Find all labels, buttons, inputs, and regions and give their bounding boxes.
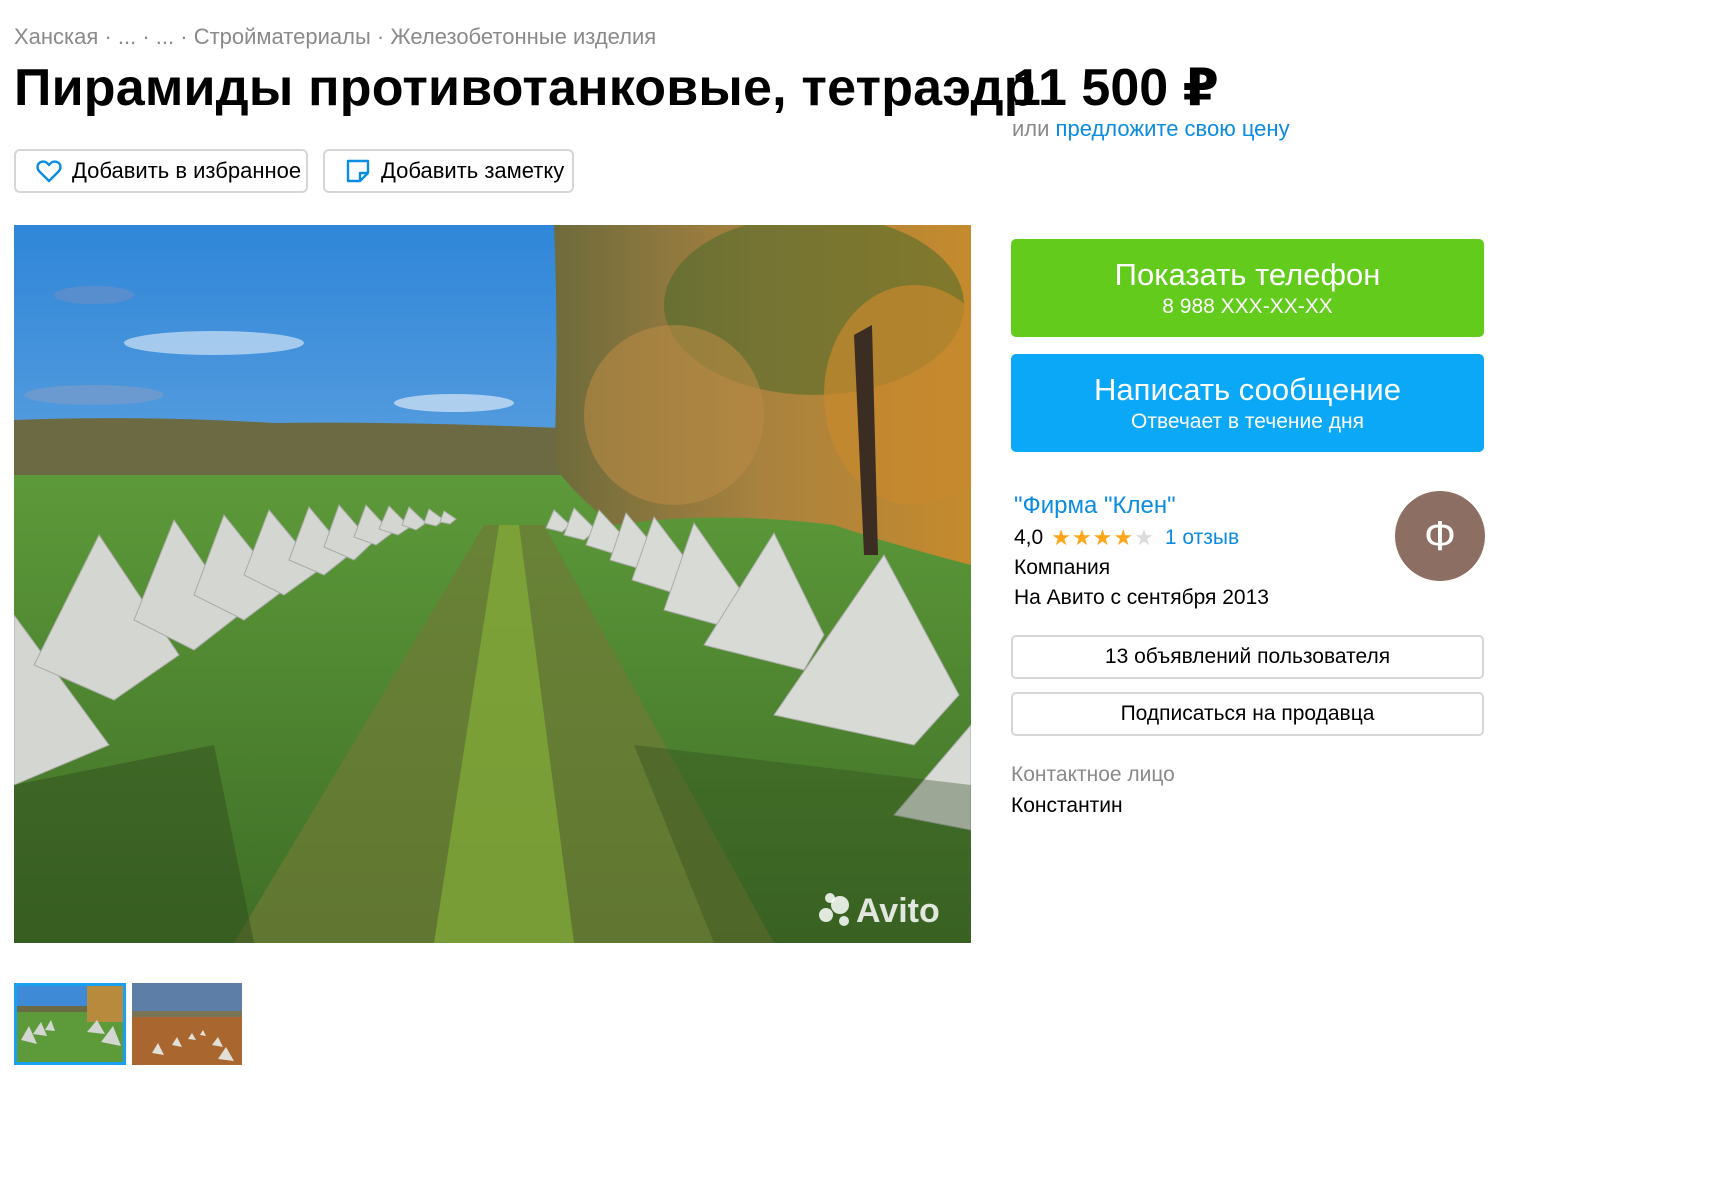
heart-icon [36,160,62,183]
masked-phone-number: 8 988 XXX-XX-XX [1162,295,1333,318]
seller-rating: 4,0 ★★★★★ 1 отзыв [1014,525,1239,551]
reviews-link[interactable]: 1 отзыв [1165,526,1239,550]
seller-listings-button[interactable]: 13 объявлений пользователя [1011,635,1484,679]
thumbnail-2[interactable] [132,983,242,1065]
subscribe-seller-button[interactable]: Подписаться на продавца [1011,692,1484,736]
star-icon: ★ [1071,525,1093,550]
add-note-button[interactable]: Добавить заметку [323,149,574,193]
breadcrumb-separator: · [174,24,194,49]
thumbnail-1[interactable] [14,983,126,1065]
listing-main-photo[interactable]: Avito [14,225,971,943]
show-phone-label: Показать телефон [1114,257,1381,292]
breadcrumb-item-collapsed-1[interactable]: ... [118,24,136,49]
anti-tank-pyramids-photo: Avito [14,225,971,943]
rating-value: 4,0 [1014,526,1044,549]
price-offer: или предложите свою цену [1012,116,1290,142]
show-phone-button[interactable]: Показать телефон 8 988 XXX-XX-XX [1011,239,1484,337]
write-message-button[interactable]: Написать сообщение Отвечает в течение дн… [1011,354,1484,452]
star-icon: ★ [1092,525,1114,550]
star-icon: ★ [1113,525,1135,550]
propose-price-link[interactable]: предложите свою цену [1056,116,1290,141]
breadcrumb-item-region[interactable]: Ханская [14,24,98,49]
seller-avatar[interactable]: Ф [1395,491,1485,581]
breadcrumb-item-collapsed-2[interactable]: ... [156,24,174,49]
contact-person-label: Контактное лицо [1011,763,1175,786]
seller-listings-label: 13 объявлений пользователя [1104,645,1391,668]
add-note-label: Добавить заметку [381,158,565,183]
seller-type: Компания [1014,556,1111,579]
page-title: Пирамиды противотанковые, тетраэдр [14,59,1036,117]
add-to-favorites-label: Добавить в избранное [72,158,302,183]
star-empty-icon: ★ [1134,525,1155,550]
seller-since: На Авито с сентября 2013 [1014,586,1269,609]
thumbnail-1-image [17,986,123,1062]
star-icon: ★ [1051,525,1072,550]
thumbnail-2-image [132,983,242,1065]
contact-person-name: Константин [1011,794,1123,817]
seller-name-link[interactable]: "Фирма "Клен" [1014,492,1176,520]
breadcrumb-separator: · [370,24,391,49]
breadcrumb-item-concrete-products[interactable]: Железобетонные изделия [390,24,656,49]
avito-watermark-text: Avito [856,892,940,930]
breadcrumb-separator: · [136,24,156,49]
note-icon [346,159,370,183]
response-time-note: Отвечает в течение дня [1131,410,1364,433]
subscribe-seller-label: Подписаться на продавца [1120,702,1375,725]
add-to-favorites-button[interactable]: Добавить в избранное [14,149,308,193]
rating-stars: ★★★★★ [1051,525,1155,551]
breadcrumb: Ханская · ... · ... · Стройматериалы · Ж… [14,24,656,50]
avatar-letter: Ф [1424,512,1456,559]
breadcrumb-separator: · [98,24,118,49]
breadcrumb-item-building-materials[interactable]: Стройматериалы [194,24,371,49]
write-message-label: Написать сообщение [1094,372,1401,407]
price-offer-prefix: или [1012,116,1050,141]
listing-price: 11 500 ₽ [1012,59,1219,117]
